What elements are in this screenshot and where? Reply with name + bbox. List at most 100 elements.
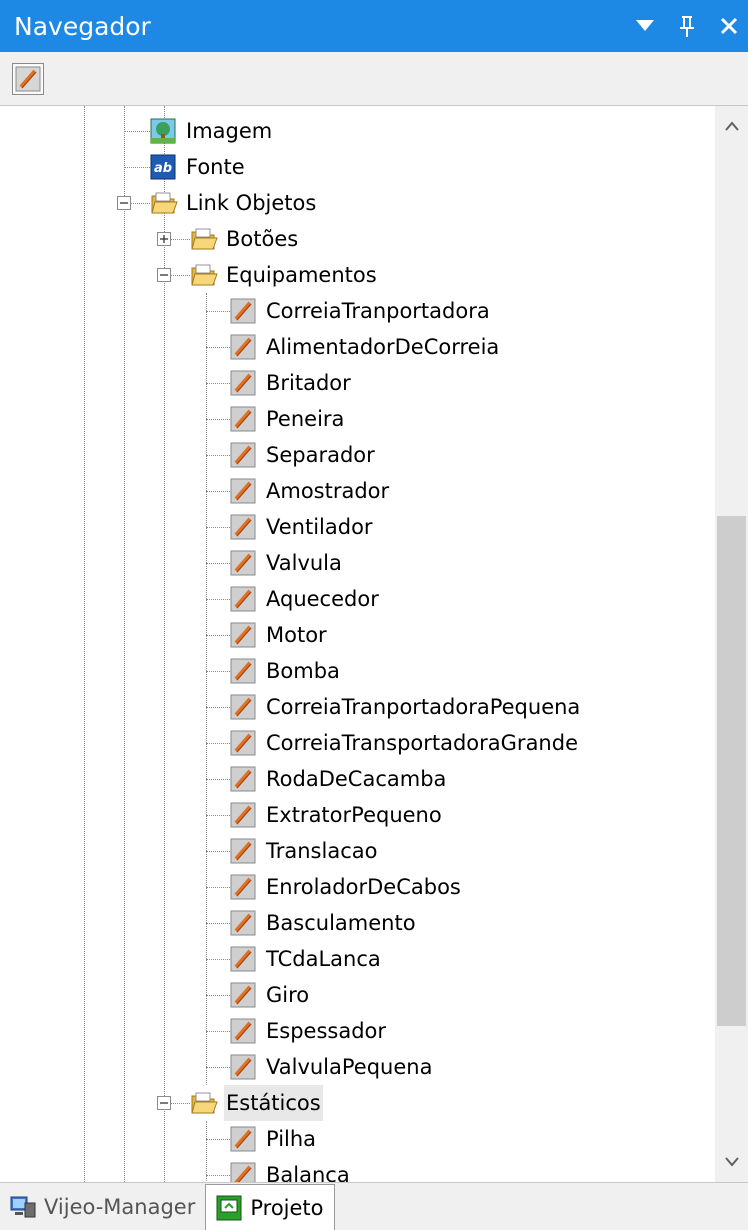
tree-item-label[interactable]: Imagem [184,113,274,149]
folder-icon [190,1090,218,1116]
tree-connector [206,311,230,312]
tree-item-label[interactable]: Espessador [264,1013,388,1049]
tree-item-label[interactable]: AlimentadorDeCorreia [264,329,501,365]
tree-guide-line [124,106,125,1182]
tab-vijeo-manager[interactable]: Vijeo-Manager [0,1184,205,1230]
collapse-toggle[interactable] [157,1096,171,1110]
tree-connector [206,563,230,564]
tree-item-label[interactable]: Separador [264,437,377,473]
object-link-icon [230,946,256,972]
tree-connector [206,635,230,636]
tab-label: Vijeo-Manager [44,1195,196,1219]
tree-item-label[interactable]: Pilha [264,1121,318,1157]
tree-item-label[interactable]: Basculamento [264,905,418,941]
tree-item-label[interactable]: CorreiaTranportadora [264,293,492,329]
tree-connector [206,419,230,420]
object-link-icon [230,982,256,1008]
project-icon [216,1195,242,1220]
folder-icon [150,190,178,216]
object-link-icon [230,1054,256,1080]
navigator-tree[interactable]: Imagem ab Fonte Link Objetos Botões Equipamen… [0,106,748,1182]
tree-connector [124,167,150,168]
expand-toggle[interactable] [157,232,171,246]
close-icon[interactable] [716,13,742,39]
object-link-icon [230,730,256,756]
tree-item-label[interactable]: Bomba [264,653,342,689]
object-link-icon [230,766,256,792]
tree-connector [206,743,230,744]
tree-item-label[interactable]: Peneira [264,401,346,437]
scroll-down-button[interactable] [715,1142,748,1182]
tree-item-label[interactable]: Fonte [184,149,247,185]
tree-item-label[interactable]: ValvulaPequena [264,1049,434,1085]
scroll-up-button[interactable] [715,106,748,146]
object-link-button[interactable] [12,62,44,95]
object-link-icon [230,550,256,576]
tree-item-label[interactable]: Equipamentos [224,257,379,293]
tree-connector [206,959,230,960]
tree-connector [206,383,230,384]
chevron-down-icon[interactable] [632,13,658,39]
tree-item-label[interactable]: Britador [264,365,353,401]
collapse-toggle[interactable] [117,196,131,210]
object-link-icon [230,442,256,468]
object-link-icon [230,514,256,540]
tree-connector [206,779,230,780]
title-bar: Navegador [0,0,748,52]
bottom-tabs: Vijeo-Manager Projeto [0,1182,748,1230]
tree-item-label[interactable]: RodaDeCacamba [264,761,448,797]
scroll-thumb[interactable] [717,516,746,1026]
tree-item-label[interactable]: Estáticos [224,1085,323,1121]
tree-item-label[interactable]: Valvula [264,545,344,581]
tree-connector [206,527,230,528]
tree-guide-line [206,293,207,1085]
folder-icon [190,226,218,252]
toolbar [0,52,748,106]
object-link-icon [230,334,256,360]
object-link-icon [230,1126,256,1152]
tree-connector [206,923,230,924]
tab-projeto[interactable]: Projeto [205,1184,335,1230]
tree-item-label[interactable]: Botões [224,221,300,257]
tree-item-label[interactable]: EnroladorDeCabos [264,869,463,905]
folder-icon [190,262,218,288]
tree-guide-line [84,106,85,1182]
object-link-icon [230,622,256,648]
object-link-icon [230,802,256,828]
object-link-icon [230,1018,256,1044]
tab-label: Projeto [250,1195,324,1220]
font-icon: ab [150,154,176,180]
tree-item-label[interactable]: Balanca [264,1157,352,1182]
object-link-icon [230,478,256,504]
tree-item-label[interactable]: Ventilador [264,509,375,545]
tree-item-label[interactable]: Aquecedor [264,581,381,617]
tree-item-label[interactable]: CorreiaTranportadoraPequena [264,689,582,725]
tree-item-label[interactable]: Translacao [264,833,379,869]
tree-item-label[interactable]: Giro [264,977,311,1013]
tree-connector [206,1067,230,1068]
tree-connector [206,815,230,816]
tree-item-label[interactable]: CorreiaTransportadoraGrande [264,725,580,761]
tree-connector [206,887,230,888]
tree-connector [124,131,150,132]
title-buttons [632,13,748,39]
image-icon [150,118,176,144]
pin-icon[interactable] [674,13,700,39]
tree-item-label[interactable]: Link Objetos [184,185,318,221]
tree-connector [206,671,230,672]
tree-item-label[interactable]: ExtratorPequeno [264,797,444,833]
tree-item-label[interactable]: Amostrador [264,473,391,509]
tree-guide-line [206,1121,207,1182]
object-link-icon [230,298,256,324]
tree-connector [206,995,230,996]
vertical-scrollbar[interactable] [715,106,748,1182]
tree-connector [206,707,230,708]
chevron-down-icon [724,1157,739,1167]
tree-item-label[interactable]: Motor [264,617,329,653]
svg-text:ab: ab [154,161,172,176]
collapse-toggle[interactable] [157,268,171,282]
object-link-icon [230,658,256,684]
object-link-icon [230,874,256,900]
object-link-icon [230,694,256,720]
tree-item-label[interactable]: TCdaLanca [264,941,383,977]
